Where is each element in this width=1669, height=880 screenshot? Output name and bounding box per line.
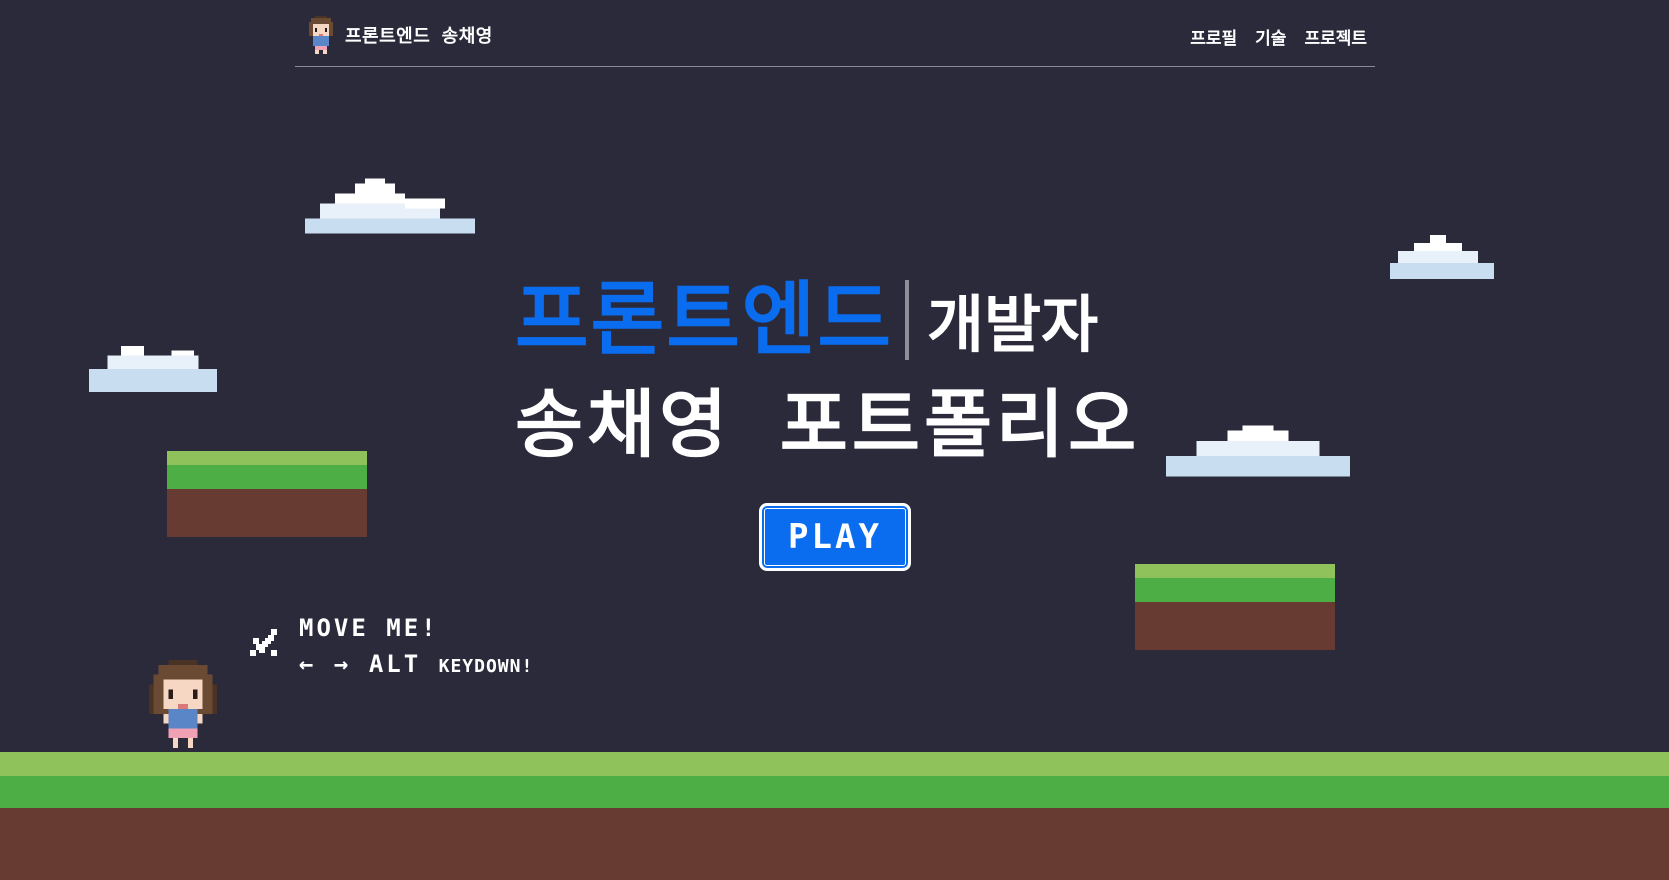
cloud-icon bbox=[1166, 425, 1350, 477]
hint-key-suffix: KEYDOWN! bbox=[438, 656, 534, 677]
floating-platform bbox=[167, 451, 367, 537]
hero-subtitle: 송채영 포트폴리오 bbox=[515, 382, 1141, 468]
player-character[interactable] bbox=[148, 660, 218, 748]
logo-link[interactable]: 프론트엔드 송채영 bbox=[307, 16, 493, 54]
ground bbox=[0, 752, 1669, 880]
sword-icon bbox=[250, 629, 277, 656]
typing-caret bbox=[905, 280, 909, 360]
cloud-icon bbox=[89, 346, 217, 392]
top-navigation: 프론트엔드 송채영 프로필 기술 프로젝트 bbox=[295, 0, 1375, 67]
play-button[interactable]: PLAY bbox=[759, 503, 911, 571]
hero-title-highlight: 프론트엔드 bbox=[515, 273, 893, 366]
cloud-icon bbox=[305, 178, 475, 234]
hero-title: 프론트엔드 개발자 bbox=[515, 280, 1098, 360]
hero-title-rest: 개발자 bbox=[927, 288, 1099, 361]
hint-key: ALT bbox=[368, 650, 422, 678]
nav-item-profile[interactable]: 프로필 bbox=[1190, 24, 1237, 49]
cloud-icon bbox=[1390, 235, 1494, 279]
nav-item-skills[interactable]: 기술 bbox=[1255, 24, 1286, 49]
floating-platform bbox=[1135, 564, 1335, 650]
hint-controls: ← → ALT KEYDOWN! bbox=[299, 650, 533, 678]
logo-text: 프론트엔드 송채영 bbox=[345, 26, 493, 47]
hint-arrows: ← → bbox=[299, 650, 352, 678]
hint-move: MOVE ME! bbox=[299, 614, 439, 642]
nav-menu: 프로필 기술 프로젝트 bbox=[1190, 24, 1367, 49]
character-avatar-icon bbox=[309, 16, 333, 54]
nav-item-projects[interactable]: 프로젝트 bbox=[1304, 24, 1367, 49]
